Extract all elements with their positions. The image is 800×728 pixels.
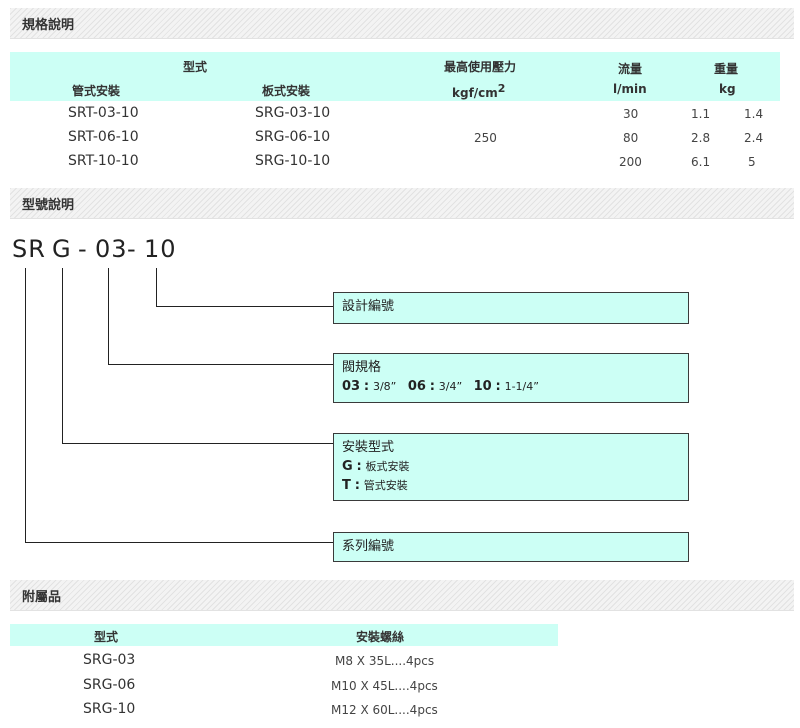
acc-row-1-bolt: M8 X 35L....4pcs: [335, 654, 435, 668]
acc-row-3-model: SRG-10: [83, 701, 136, 717]
spec-row-2-pipe: SRT-06-10: [68, 129, 139, 145]
connector-series-v: [25, 268, 26, 542]
section-title-accessories: 附屬品: [22, 590, 62, 605]
acc-row-3-bolt: M12 X 60L....4pcs: [331, 703, 438, 717]
spec-header-flow: 流量: [618, 62, 643, 76]
spec-row-3-weight-a: 6.1: [691, 155, 711, 169]
callout-mount-t: T : 管式安裝: [342, 478, 408, 493]
acc-table-header: [10, 624, 558, 646]
spec-row-1-weight-b: 1.4: [744, 107, 764, 121]
acc-row-2-model: SRG-06: [83, 677, 136, 693]
spec-header-weight: 重量: [714, 62, 739, 76]
spec-row-3-flow: 200: [619, 155, 642, 169]
model-code-dash-1: -: [78, 235, 88, 263]
callout-mount-title: 安裝型式: [342, 440, 395, 455]
spec-header-weight-unit: kg: [719, 82, 736, 96]
callout-mount: 安裝型式 G : 板式安裝 T : 管式安裝: [333, 433, 689, 501]
callout-size: 閥規格 03 : 3/8” 06 : 3/4” 10 : 1-1/4”: [333, 353, 689, 403]
acc-row-1-model: SRG-03: [83, 652, 136, 668]
spec-header-pressure-unit: kgf/cm2: [452, 82, 506, 100]
spec-header-pressure: 最高使用壓力: [444, 60, 517, 74]
section-header-accessories: 附屬品: [10, 580, 794, 611]
model-code-series: SR: [12, 235, 46, 263]
spec-row-3-plate: SRG-10-10: [255, 153, 331, 169]
spec-header-flow-unit: l/min: [613, 82, 647, 96]
connector-series-h: [25, 542, 333, 543]
spec-row-1-weight-a: 1.1: [691, 107, 711, 121]
section-header-model: 型號說明: [10, 188, 794, 219]
callout-size-title: 閥規格: [342, 360, 382, 375]
spec-row-1-pipe: SRT-03-10: [68, 105, 139, 121]
section-header-specs: 規格說明: [10, 8, 794, 39]
connector-design-v: [156, 268, 157, 306]
spec-header-pipe: 管式安裝: [72, 84, 121, 98]
callout-design-title: 設計編號: [342, 299, 395, 314]
spec-row-3-weight-b: 5: [748, 155, 756, 169]
spec-pressure-value: 250: [474, 131, 497, 145]
acc-row-2-bolt: M10 X 45L....4pcs: [331, 679, 438, 693]
callout-size-options: 03 : 3/8” 06 : 3/4” 10 : 1-1/4”: [342, 379, 539, 394]
spec-row-1-flow: 30: [623, 107, 639, 121]
spec-table-header: [10, 52, 780, 101]
spec-row-2-plate: SRG-06-10: [255, 129, 331, 145]
model-code-mount: G: [52, 235, 72, 263]
connector-mount-h: [62, 443, 333, 444]
connector-design-h: [156, 306, 333, 307]
callout-series-title: 系列編號: [342, 539, 395, 554]
connector-mount-v: [62, 268, 63, 443]
model-code-design: 10: [144, 235, 177, 263]
model-code-size: 03: [95, 235, 128, 263]
spec-header-model: 型式: [183, 60, 208, 74]
spec-row-3-pipe: SRT-10-10: [68, 153, 139, 169]
spec-row-1-plate: SRG-03-10: [255, 105, 331, 121]
section-title-model: 型號說明: [22, 198, 75, 213]
connector-size-h: [108, 364, 333, 365]
connector-size-v: [108, 268, 109, 364]
model-code-dash-2: -: [127, 235, 137, 263]
spec-row-2-flow: 80: [623, 131, 639, 145]
spec-row-2-weight-a: 2.8: [691, 131, 711, 145]
section-title-specs: 規格說明: [22, 18, 75, 33]
acc-header-bolt: 安裝螺絲: [356, 630, 405, 644]
callout-design: 設計編號: [333, 292, 689, 324]
callout-series: 系列編號: [333, 532, 689, 562]
callout-mount-g: G : 板式安裝: [342, 459, 410, 474]
spec-row-2-weight-b: 2.4: [744, 131, 764, 145]
spec-header-plate: 板式安裝: [262, 84, 311, 98]
acc-header-model: 型式: [94, 630, 119, 644]
